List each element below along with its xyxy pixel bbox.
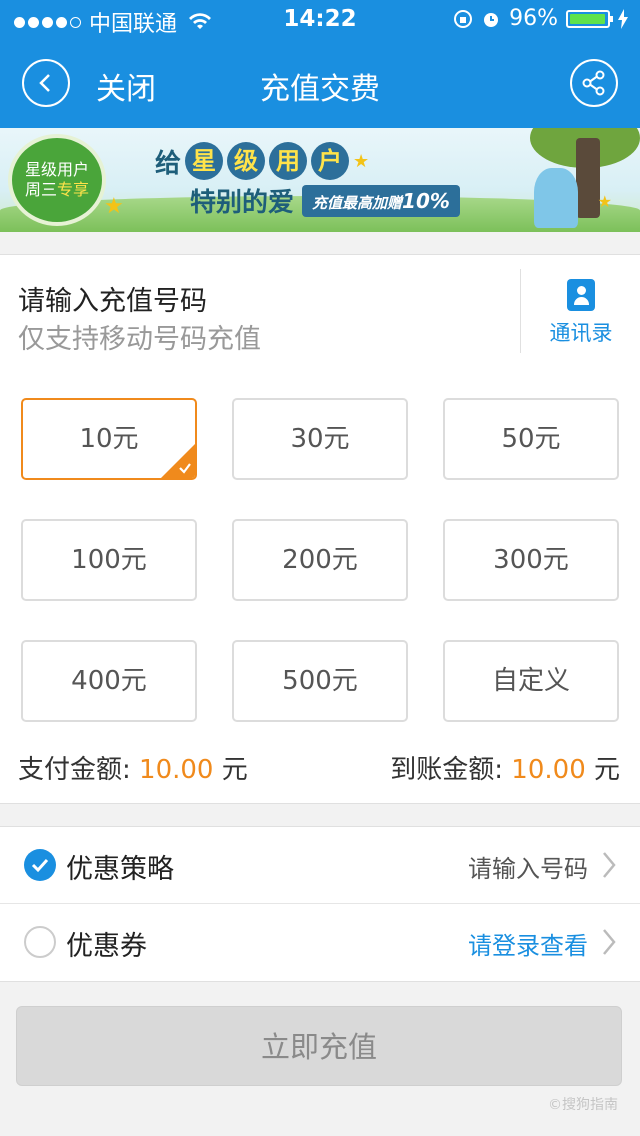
- chevron-right-icon: [603, 929, 616, 955]
- star-icon: ★: [353, 150, 370, 172]
- girl-illustration: [534, 168, 578, 228]
- phone-input-card: 请输入充值号码 仅支持移动号码充值 通讯录: [0, 254, 640, 368]
- coupon-label: 优惠券: [66, 931, 147, 962]
- nav-bar: 关闭 充值交费: [0, 40, 640, 128]
- amount-option-400[interactable]: 400元: [21, 640, 197, 722]
- share-button[interactable]: [570, 59, 618, 107]
- coupon-login-link[interactable]: 请登录查看: [468, 926, 588, 961]
- status-bar: 中国联通 14:22 96%: [0, 0, 640, 40]
- promo-strategy-row[interactable]: 优惠策略 请输入号码: [0, 827, 640, 904]
- amount-option-300[interactable]: 300元: [443, 519, 619, 601]
- phone-number-input[interactable]: 仅支持移动号码充值: [18, 317, 261, 356]
- promotion-card: 优惠策略 请输入号码 优惠券 请登录查看: [0, 826, 640, 982]
- star-icon: ★: [597, 192, 612, 211]
- charging-icon: [618, 8, 628, 29]
- banner-subline: 特别的爱: [190, 188, 295, 218]
- amount-option-200[interactable]: 200元: [232, 519, 408, 601]
- amount-option-500[interactable]: 500元: [232, 640, 408, 722]
- alarm-icon: [484, 12, 499, 27]
- amount-option-50[interactable]: 50元: [443, 398, 619, 480]
- contacts-icon: [567, 279, 595, 311]
- share-icon: [582, 70, 605, 96]
- close-button[interactable]: 关闭: [96, 64, 156, 108]
- banner-pill: 充值最高加赠10%: [302, 184, 460, 217]
- contacts-label: 通讯录: [549, 321, 613, 345]
- promo-coupon-row[interactable]: 优惠券 请登录查看: [0, 904, 640, 980]
- check-icon: [31, 858, 49, 873]
- strategy-label: 优惠策略: [66, 854, 174, 885]
- tree-illustration: [510, 128, 640, 232]
- pay-amount: 支付金额: 10.00 元: [18, 755, 248, 785]
- star-icon: ★: [104, 194, 124, 219]
- strategy-value: 请输入号码: [468, 855, 588, 883]
- promo-banner[interactable]: 星级用户 周三专享 ★ 给 星 级 用 户 ★ 特别的爱 充值最高加赠10% ★: [0, 128, 640, 232]
- arrival-amount: 到账金额: 10.00 元: [390, 755, 620, 785]
- star-user-badge: 星级用户 周三专享: [8, 134, 106, 226]
- check-icon: [179, 463, 191, 474]
- phone-label: 请输入充值号码: [18, 286, 207, 317]
- battery-icon: [566, 9, 613, 28]
- battery-percent: 96%: [509, 6, 558, 31]
- amount-option-100[interactable]: 100元: [21, 519, 197, 601]
- contacts-button[interactable]: 通讯录: [522, 279, 640, 347]
- back-button[interactable]: [22, 59, 70, 107]
- recharge-now-button[interactable]: 立即充值: [16, 1006, 622, 1086]
- watermark: ©搜狗指南: [548, 1097, 618, 1113]
- divider: [520, 269, 521, 353]
- chevron-right-icon: [603, 852, 616, 878]
- amount-option-10[interactable]: 10元: [21, 398, 197, 480]
- coupon-checkbox[interactable]: [24, 926, 56, 958]
- amount-option-custom[interactable]: 自定义: [443, 640, 619, 722]
- strategy-checkbox[interactable]: [24, 849, 56, 881]
- banner-headline: 给 星 级 用 户 ★: [155, 142, 369, 180]
- chevron-left-icon: [39, 74, 50, 92]
- amount-option-30[interactable]: 30元: [232, 398, 408, 480]
- amount-selection-card: 10元 30元 50元 100元 200元 300元 400元 500元 自定义…: [0, 367, 640, 804]
- rotation-lock-icon: [454, 9, 473, 28]
